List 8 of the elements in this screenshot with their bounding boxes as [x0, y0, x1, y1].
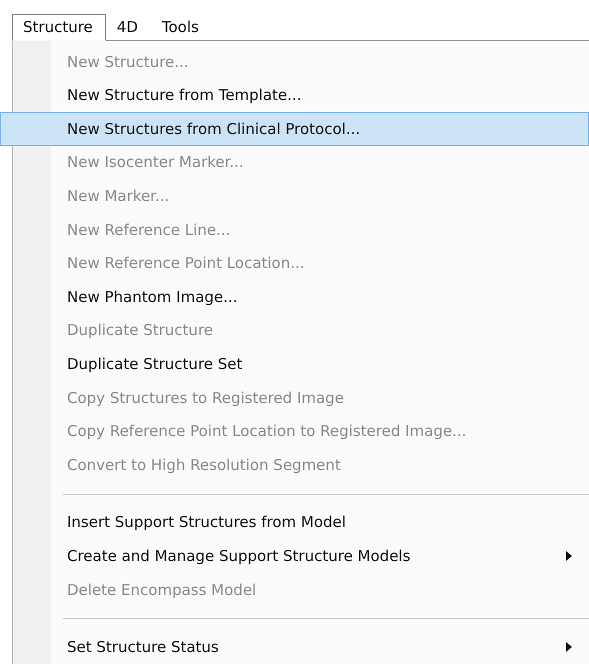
- menu-item[interactable]: Duplicate Structure Set: [13, 347, 589, 381]
- menu-item[interactable]: New Phantom Image...: [13, 280, 589, 314]
- menu-item[interactable]: Set Structure Status: [13, 630, 589, 664]
- menu-item[interactable]: New Structure from Template...: [13, 78, 589, 112]
- menu-tab[interactable]: Structure: [12, 14, 106, 41]
- menu-item[interactable]: Create and Manage Support Structure Models: [13, 539, 589, 573]
- menu-item[interactable]: Insert Support Structures from Model: [13, 506, 589, 540]
- menu-item[interactable]: New Structures from Clinical Protocol...: [0, 112, 589, 146]
